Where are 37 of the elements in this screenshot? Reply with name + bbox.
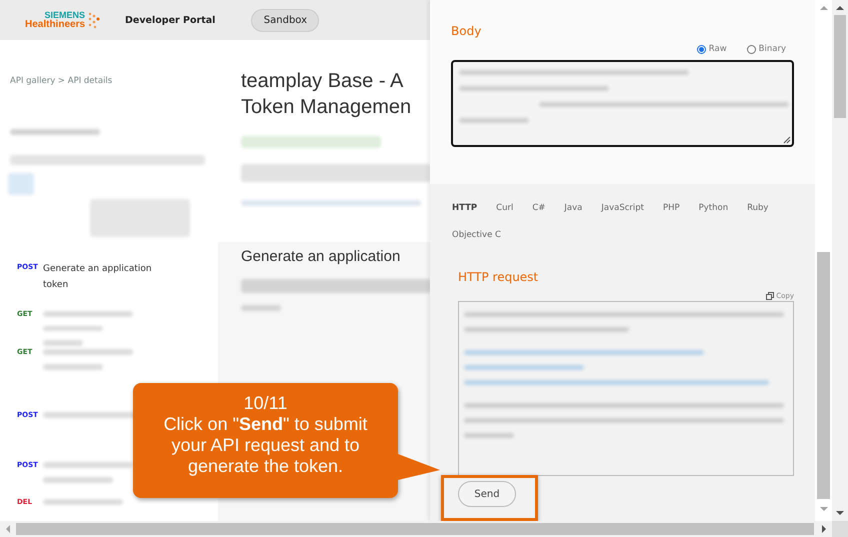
language-tab[interactable]: HTTP xyxy=(452,194,478,221)
copy-icon xyxy=(766,292,774,300)
page-title: teamplay Base - A xyxy=(241,69,404,94)
blurred-text xyxy=(241,305,281,311)
breadcrumb-link[interactable]: API gallery > API details xyxy=(10,76,218,86)
request-title: HTTP request xyxy=(458,270,540,284)
logo-text: Healthineers xyxy=(25,20,86,30)
language-tab[interactable]: Ruby xyxy=(747,194,768,221)
body-title: Body xyxy=(451,24,482,38)
step-counter: 10/11 xyxy=(242,393,288,414)
section-title: Generate an application xyxy=(241,248,402,265)
blurred-text xyxy=(43,326,103,332)
body-field[interactable] xyxy=(451,60,794,147)
blurred-text xyxy=(43,340,83,346)
scrollbar[interactable] xyxy=(0,521,848,537)
language-tab[interactable]: Objective C xyxy=(452,221,501,248)
page-title: Token Managemen xyxy=(241,95,412,120)
portal-title: Developer Portal xyxy=(125,14,216,26)
format-radio[interactable]: Binary xyxy=(746,44,786,54)
blurred-text xyxy=(43,477,113,483)
callout-text: Click on "Send" to submit your API request and to generate the token. xyxy=(162,414,368,477)
language-tab[interactable]: JavaScript xyxy=(601,194,644,221)
language-tab[interactable]: Curl xyxy=(496,194,514,221)
format-radio[interactable]: Raw xyxy=(696,44,727,54)
resize-grip-icon[interactable] xyxy=(783,136,791,144)
dots-icon xyxy=(87,11,102,29)
send-button[interactable]: Send xyxy=(458,481,516,507)
language-tab[interactable]: PHP xyxy=(662,194,680,221)
scrollbar[interactable] xyxy=(832,0,848,521)
language-tab[interactable]: C# xyxy=(532,194,546,221)
language-tab[interactable]: Python xyxy=(698,194,728,221)
scrollbar[interactable] xyxy=(815,0,832,521)
sandbox-button[interactable]: Sandbox xyxy=(251,8,320,32)
blurred-text xyxy=(43,364,103,370)
logo-text: SIEMENS xyxy=(44,10,86,20)
language-tab[interactable]: Java xyxy=(564,194,582,221)
operation-link[interactable]: Generate an application token xyxy=(43,261,168,308)
